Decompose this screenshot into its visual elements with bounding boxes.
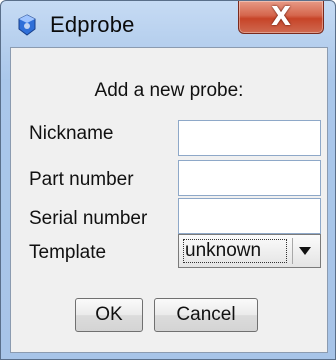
title-bar[interactable]: Edprobe X <box>1 1 335 47</box>
template-label: Template <box>29 242 107 263</box>
close-button[interactable]: X <box>238 1 324 34</box>
close-icon: X <box>270 2 292 32</box>
serial-number-label: Serial number <box>29 208 148 229</box>
part-number-input[interactable] <box>178 160 321 196</box>
window-title: Edprobe <box>50 12 135 37</box>
nickname-input[interactable] <box>178 120 321 156</box>
part-number-label: Part number <box>29 169 134 190</box>
edprobe-window: Edprobe X Add a new probe: Nickname Part… <box>0 0 336 360</box>
chevron-down-icon[interactable] <box>299 247 311 255</box>
dialog-content: Add a new probe: Nickname Part number Se… <box>10 47 328 353</box>
dropdown-divider <box>292 238 293 264</box>
serial-number-input[interactable] <box>178 198 321 234</box>
ok-button[interactable]: OK <box>75 298 143 332</box>
template-dropdown[interactable]: unknown <box>178 234 321 268</box>
dialog-heading: Add a new probe: <box>94 80 244 101</box>
template-selected-value: unknown <box>183 239 287 263</box>
nickname-label: Nickname <box>29 123 114 144</box>
cancel-button[interactable]: Cancel <box>154 298 258 332</box>
edprobe-app-icon <box>16 14 38 36</box>
